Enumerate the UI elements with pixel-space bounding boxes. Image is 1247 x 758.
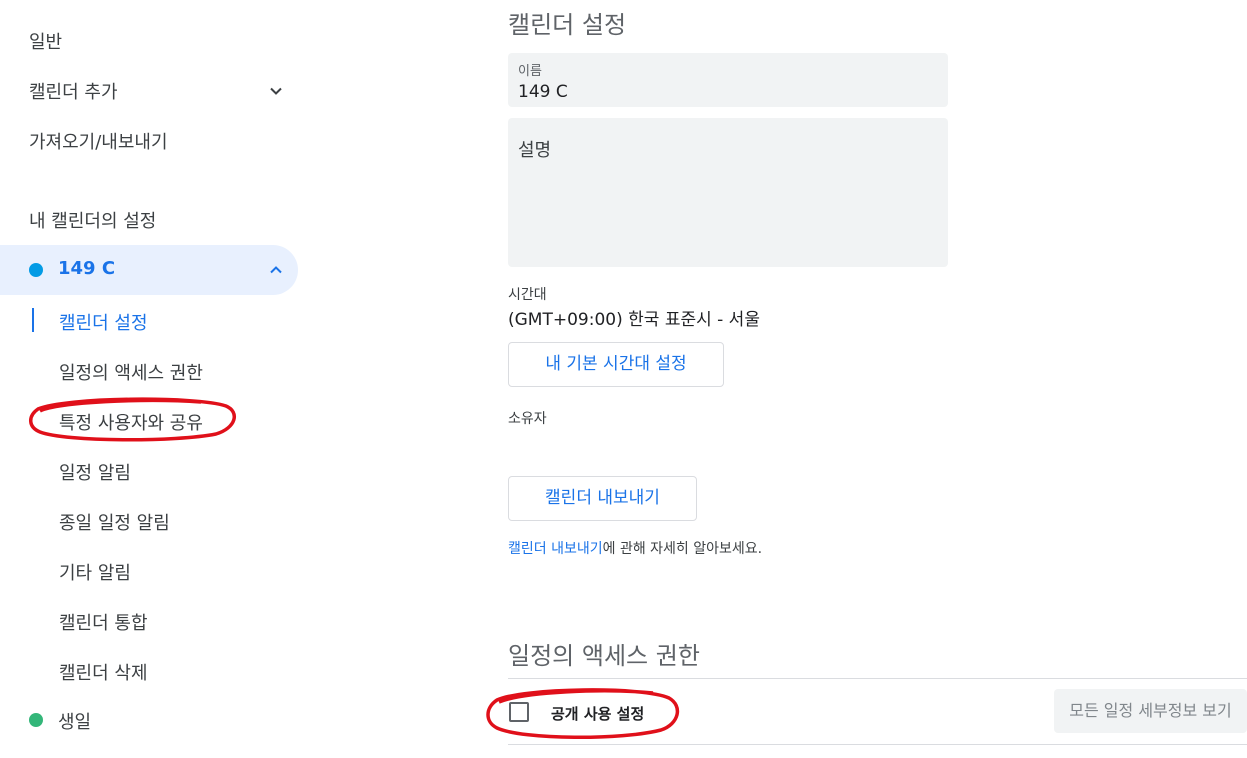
calendar-name: 149 C — [58, 258, 116, 279]
export-help-text: 캘린더 내보내기에 관해 자세히 알아보세요. — [508, 538, 762, 558]
chevron-up-icon[interactable] — [268, 262, 284, 278]
sidebar-subitem-allday-notifications[interactable]: 종일 일정 알림 — [59, 509, 170, 535]
sidebar-subitem-other-notifications[interactable]: 기타 알림 — [59, 559, 131, 585]
name-field[interactable]: 이름 149 C — [508, 53, 948, 107]
sidebar-item-calendar-149c[interactable]: 149 C — [0, 245, 298, 295]
timezone-label: 시간대 — [508, 287, 547, 303]
birthday-color-dot — [29, 713, 43, 727]
sidebar-subitem-delete-calendar[interactable]: 캘린더 삭제 — [59, 659, 148, 685]
settings-main: 캘린더 설정 이름 149 C 설명 시간대 (GMT+09:00) 한국 표준… — [508, 0, 1247, 758]
section-divider-top — [508, 678, 1247, 679]
active-indicator — [32, 308, 34, 332]
description-field[interactable]: 설명 — [508, 118, 948, 267]
section-divider-bottom — [508, 744, 1247, 745]
annotation-circle-share — [29, 397, 236, 442]
sidebar-subitem-access-permissions[interactable]: 일정의 액세스 권한 — [59, 359, 203, 385]
sidebar-subitem-integrate-calendar[interactable]: 캘린더 통합 — [59, 609, 148, 635]
export-calendar-button[interactable]: 캘린더 내보내기 — [508, 476, 697, 521]
sidebar-item-birthdays[interactable]: 생일 — [58, 708, 91, 734]
my-calendars-heading: 내 캘린더의 설정 — [29, 211, 157, 232]
view-all-details-button[interactable]: 모든 일정 세부정보 보기 — [1054, 689, 1247, 733]
calendar-settings-title: 캘린더 설정 — [508, 11, 627, 39]
sidebar-item-add-calendar[interactable]: 캘린더 추가 — [29, 78, 118, 104]
name-field-value[interactable]: 149 C — [518, 82, 568, 102]
owner-label: 소유자 — [508, 411, 547, 427]
chevron-down-icon[interactable] — [268, 83, 284, 99]
sidebar-item-import-export[interactable]: 가져오기/내보내기 — [29, 128, 168, 154]
sidebar-subitem-event-notifications[interactable]: 일정 알림 — [59, 459, 131, 485]
description-placeholder: 설명 — [518, 140, 552, 161]
set-default-timezone-button[interactable]: 내 기본 시간대 설정 — [508, 342, 724, 387]
settings-sidebar: 일반 캘린더 추가 가져오기/내보내기 내 캘린더의 설정 149 C 캘린더 … — [0, 0, 300, 758]
export-help-suffix: 에 관해 자세히 알아보세요. — [602, 541, 763, 557]
timezone-value: (GMT+09:00) 한국 표준시 - 서울 — [508, 310, 760, 330]
access-permissions-title: 일정의 액세스 권한 — [508, 642, 700, 670]
sidebar-item-general[interactable]: 일반 — [29, 28, 62, 54]
export-help-link[interactable]: 캘린더 내보내기 — [508, 541, 603, 557]
annotation-circle-public — [486, 688, 680, 740]
calendar-color-dot — [29, 263, 43, 277]
name-field-label: 이름 — [518, 64, 542, 79]
sidebar-subitem-calendar-settings[interactable]: 캘린더 설정 — [59, 309, 148, 335]
